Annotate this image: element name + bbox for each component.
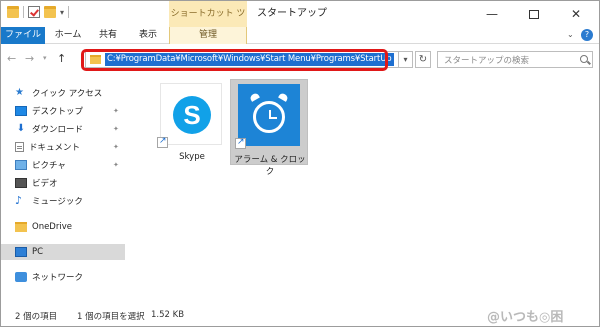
sidebar-item-label: クイック アクセス [32, 89, 103, 99]
sidebar-item-videos[interactable]: ビデオ [1, 175, 125, 191]
search-input[interactable]: スタートアップの検索 [437, 51, 593, 68]
folder-icon [7, 6, 19, 18]
up-arrow-icon[interactable]: ↑ [57, 52, 66, 65]
file-thumbnail: S [160, 83, 222, 145]
file-item-skype[interactable]: S Skype [153, 79, 231, 165]
file-list: S Skype アラーム & クロック [127, 73, 599, 305]
music-icon: ♪ [15, 194, 23, 207]
back-arrow-icon[interactable]: ← [7, 52, 16, 65]
toolbar-separator [23, 6, 24, 18]
pin-icon[interactable]: ✦ [113, 125, 119, 133]
sidebar-item-label: ミュージック [32, 197, 83, 207]
context-tab-group: ショートカット ツール [169, 1, 247, 45]
window-title: スタートアップ [257, 8, 327, 19]
sidebar-item-quick-access[interactable]: ★ クイック アクセス [1, 85, 125, 101]
shortcut-arrow-icon [157, 136, 168, 148]
alarm-clock-icon [253, 101, 285, 133]
tab-home[interactable]: ホーム [51, 27, 85, 44]
sidebar-item-label: ビデオ [32, 179, 58, 189]
tab-file[interactable]: ファイル [1, 27, 45, 44]
network-icon [15, 272, 27, 282]
recent-locations-icon[interactable]: ▾ [43, 54, 47, 62]
file-thumbnail [238, 84, 300, 146]
sidebar-item-documents[interactable]: ドキュメント ✦ [1, 139, 125, 155]
sidebar-item-label: ドキュメント [29, 143, 81, 153]
sidebar-item-label: PC [32, 247, 44, 257]
desktop-icon [15, 106, 27, 116]
search-placeholder: スタートアップの検索 [444, 56, 530, 66]
sidebar-item-label: ダウンロード [32, 125, 84, 135]
file-name: アラーム & クロック [234, 155, 306, 177]
title-bar: ▾ ショートカット ツール スタートアップ — ✕ [1, 1, 599, 45]
tab-manage[interactable]: 管理 [169, 27, 247, 44]
quick-access-toolbar: ▾ [7, 6, 70, 18]
sidebar-item-pictures[interactable]: ピクチャ ✦ [1, 157, 125, 173]
status-item-count: 2 個の項目 [15, 312, 58, 322]
sidebar-item-network[interactable]: ネットワーク [1, 269, 125, 285]
qat-dropdown-icon[interactable]: ▾ [60, 8, 64, 17]
refresh-icon[interactable]: ↻ [415, 51, 431, 68]
shortcut-arrow-icon [235, 137, 246, 149]
alarm-bell-right [278, 92, 289, 102]
sidebar-item-label: ネットワーク [32, 273, 84, 283]
pc-icon [15, 247, 27, 257]
sidebar-item-music[interactable]: ♪ ミュージック [1, 193, 125, 209]
navigation-bar: ← → ▾ ↑ C:¥ProgramData¥Microsoft¥Windows… [1, 45, 599, 73]
new-folder-icon[interactable] [44, 6, 56, 18]
sidebar-item-label: ピクチャ [32, 161, 66, 171]
sidebar-item-onedrive[interactable]: OneDrive [1, 219, 125, 235]
file-item-alarm-clock[interactable]: アラーム & クロック [230, 79, 308, 177]
sidebar-item-pc[interactable]: PC [1, 244, 125, 260]
maximize-icon [529, 9, 539, 19]
help-icon[interactable]: ? [581, 29, 593, 41]
sidebar-item-desktop[interactable]: デスクトップ ✦ [1, 103, 125, 119]
chevron-down-icon[interactable]: ⌄ [567, 30, 574, 39]
document-icon [15, 142, 24, 152]
ribbon-tabs: ファイル ホーム 共有 表示 管理 ⌄ ? [1, 27, 599, 44]
pin-icon[interactable]: ✦ [113, 161, 119, 169]
maximize-button[interactable] [513, 1, 555, 27]
address-dropdown-icon[interactable]: ▾ [399, 51, 413, 68]
close-button[interactable]: ✕ [555, 1, 597, 27]
status-size: 1.52 KB [151, 310, 185, 320]
status-bar: 2 個の項目 1 個の項目を選択 1.52 KB @いつも◎困 [1, 306, 599, 326]
pictures-icon [15, 160, 27, 170]
pin-icon[interactable]: ✦ [113, 107, 119, 115]
status-selection: 1 個の項目を選択 [77, 312, 145, 322]
explorer-window: ▾ ショートカット ツール スタートアップ — ✕ ファイル ホーム 共有 表示… [0, 0, 600, 327]
properties-icon[interactable] [28, 6, 40, 18]
video-icon [15, 178, 27, 188]
sidebar-item-downloads[interactable]: ⬇ ダウンロード ✦ [1, 121, 125, 137]
download-icon: ⬇ [16, 123, 26, 134]
watermark: @いつも◎困 [487, 310, 564, 325]
highlight-annotation [81, 49, 388, 71]
pin-icon[interactable]: ✦ [113, 143, 119, 151]
star-icon: ★ [15, 87, 24, 98]
skype-icon: S [173, 96, 211, 134]
sidebar-item-label: OneDrive [32, 222, 72, 232]
file-name: Skype [179, 152, 205, 162]
navigation-pane: ★ クイック アクセス デスクトップ ✦ ⬇ ダウンロード ✦ ドキュメント ✦… [1, 73, 125, 305]
onedrive-icon [15, 222, 27, 232]
toolbar-separator [68, 6, 70, 18]
search-icon [580, 55, 588, 63]
tab-share[interactable]: 共有 [91, 27, 125, 44]
alarm-bell-left [249, 92, 260, 102]
sidebar-item-label: デスクトップ [32, 107, 84, 117]
tab-view[interactable]: 表示 [131, 27, 165, 44]
forward-arrow-icon[interactable]: → [25, 52, 34, 65]
minimize-button[interactable]: — [471, 1, 513, 27]
